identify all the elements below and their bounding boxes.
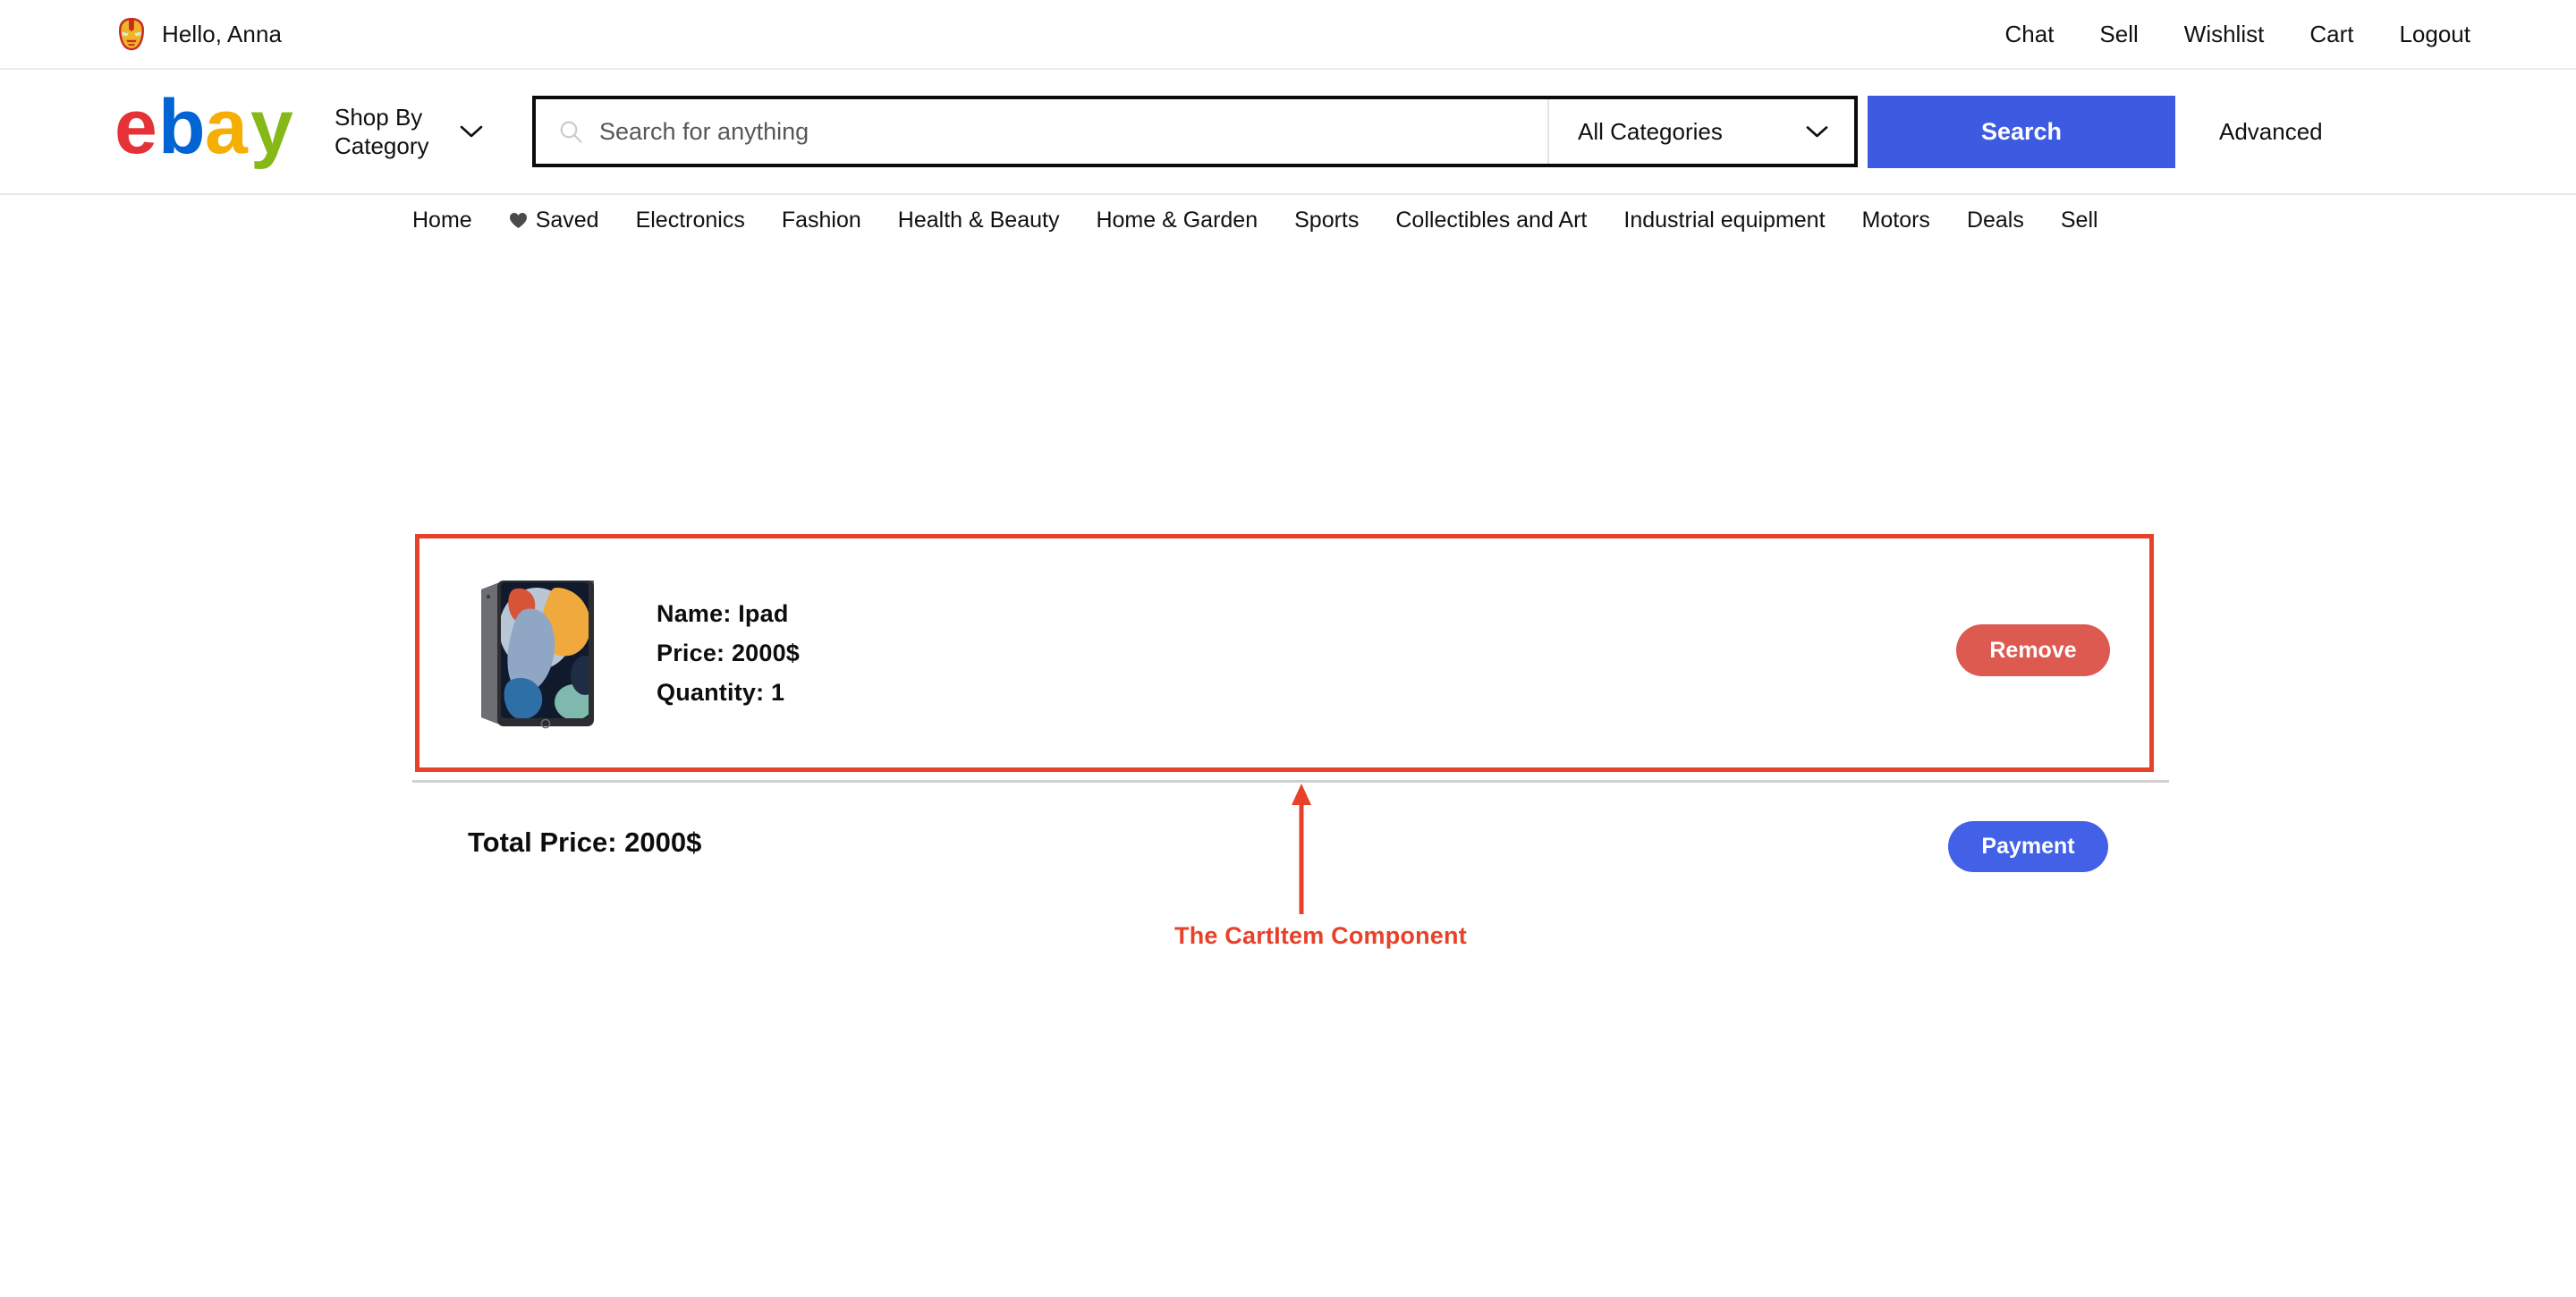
shop-by-category-dropdown[interactable]: Shop By Category bbox=[335, 103, 483, 161]
cat-nav-saved[interactable]: Saved bbox=[509, 208, 599, 233]
cart-item-quantity: Quantity: 1 bbox=[657, 678, 785, 706]
remove-item-button[interactable]: Remove bbox=[1956, 624, 2110, 676]
cat-nav-fashion[interactable]: Fashion bbox=[782, 208, 861, 233]
cat-nav-motors[interactable]: Motors bbox=[1862, 208, 1930, 233]
category-select-value: All Categories bbox=[1578, 117, 1723, 145]
svg-text:a: a bbox=[205, 87, 249, 170]
cart-item-name: Name: Ipad bbox=[657, 599, 789, 627]
cat-nav-collectibles-art[interactable]: Collectibles and Art bbox=[1395, 208, 1587, 233]
cat-nav-health-beauty[interactable]: Health & Beauty bbox=[898, 208, 1060, 233]
top-nav-chat[interactable]: Chat bbox=[2005, 21, 2055, 48]
shop-by-category-label: Shop By Category bbox=[335, 103, 429, 160]
cat-nav-electronics-label: Electronics bbox=[635, 207, 745, 233]
cart-item-card: Name: Ipad Price: 2000$ Quantity: 1 Remo… bbox=[415, 534, 2154, 772]
cat-nav-health-beauty-label: Health & Beauty bbox=[897, 207, 1060, 233]
cat-nav-sports[interactable]: Sports bbox=[1294, 208, 1359, 233]
site-header: e b a y Shop By Category All Categories … bbox=[0, 70, 2576, 193]
search-icon bbox=[560, 121, 582, 143]
total-price-label: Total Price: 2000$ bbox=[468, 827, 702, 858]
chevron-down-icon bbox=[460, 125, 483, 138]
top-nav-cart[interactable]: Cart bbox=[2309, 21, 2353, 48]
top-nav-wishlist[interactable]: Wishlist bbox=[2184, 21, 2265, 48]
cat-nav-home-label: Home bbox=[412, 207, 472, 233]
svg-text:b: b bbox=[158, 87, 206, 170]
svg-text:y: y bbox=[250, 87, 293, 170]
cat-nav-sports-label: Sports bbox=[1294, 207, 1360, 233]
top-nav: Chat Sell Wishlist Cart Logout bbox=[2005, 21, 2471, 48]
svg-text:e: e bbox=[116, 87, 157, 170]
cat-nav-fashion-label: Fashion bbox=[781, 207, 861, 233]
top-nav-logout[interactable]: Logout bbox=[2399, 21, 2470, 48]
search-button[interactable]: Search bbox=[1868, 95, 2175, 168]
payment-button[interactable]: Payment bbox=[1948, 821, 2108, 872]
top-nav-sell[interactable]: Sell bbox=[2099, 21, 2138, 48]
ipad-product-image bbox=[481, 580, 594, 728]
advanced-search-link[interactable]: Advanced bbox=[2219, 118, 2323, 146]
top-utility-bar: Hello, Anna Chat Sell Wishlist Cart Logo… bbox=[0, 0, 2576, 70]
cat-nav-electronics[interactable]: Electronics bbox=[636, 208, 745, 233]
search-bar: All Categories bbox=[532, 96, 1858, 167]
greeting-text: Hello, Anna bbox=[162, 20, 283, 47]
cat-nav-motors-label: Motors bbox=[1861, 207, 1930, 233]
ironman-avatar-icon bbox=[119, 18, 144, 51]
cat-nav-collectibles-art-label: Collectibles and Art bbox=[1395, 207, 1588, 233]
cat-nav-home[interactable]: Home bbox=[412, 208, 472, 233]
category-nav: Home Saved Electronics Fashion Health & … bbox=[0, 193, 2576, 245]
cat-nav-home-garden-label: Home & Garden bbox=[1096, 207, 1258, 233]
heart-icon bbox=[509, 212, 527, 228]
cat-nav-home-garden[interactable]: Home & Garden bbox=[1096, 208, 1258, 233]
cat-nav-industrial-equipment[interactable]: Industrial equipment bbox=[1623, 208, 1825, 233]
search-input[interactable] bbox=[599, 117, 1524, 146]
up-arrow-icon bbox=[1292, 784, 1311, 914]
annotation-caption: The CartItem Component bbox=[1174, 922, 1467, 949]
cat-nav-industrial-equipment-label: Industrial equipment bbox=[1623, 207, 1826, 233]
greeting-block: Hello, Anna bbox=[116, 17, 282, 51]
cat-nav-deals-label: Deals bbox=[1966, 207, 2024, 233]
cart-item-details: Name: Ipad Price: 2000$ Quantity: 1 bbox=[657, 600, 800, 707]
cat-nav-sell[interactable]: Sell bbox=[2061, 208, 2098, 233]
cat-nav-sell-label: Sell bbox=[2060, 207, 2098, 233]
category-select[interactable]: All Categories bbox=[1547, 99, 1854, 164]
cat-nav-saved-label: Saved bbox=[535, 207, 599, 233]
cart-item-price: Price: 2000$ bbox=[657, 639, 801, 666]
ebay-logo[interactable]: e b a y bbox=[116, 87, 324, 171]
search-field-wrapper bbox=[536, 99, 1547, 164]
cat-nav-deals[interactable]: Deals bbox=[1967, 208, 2024, 233]
chevron-down-icon bbox=[1806, 125, 1828, 137]
